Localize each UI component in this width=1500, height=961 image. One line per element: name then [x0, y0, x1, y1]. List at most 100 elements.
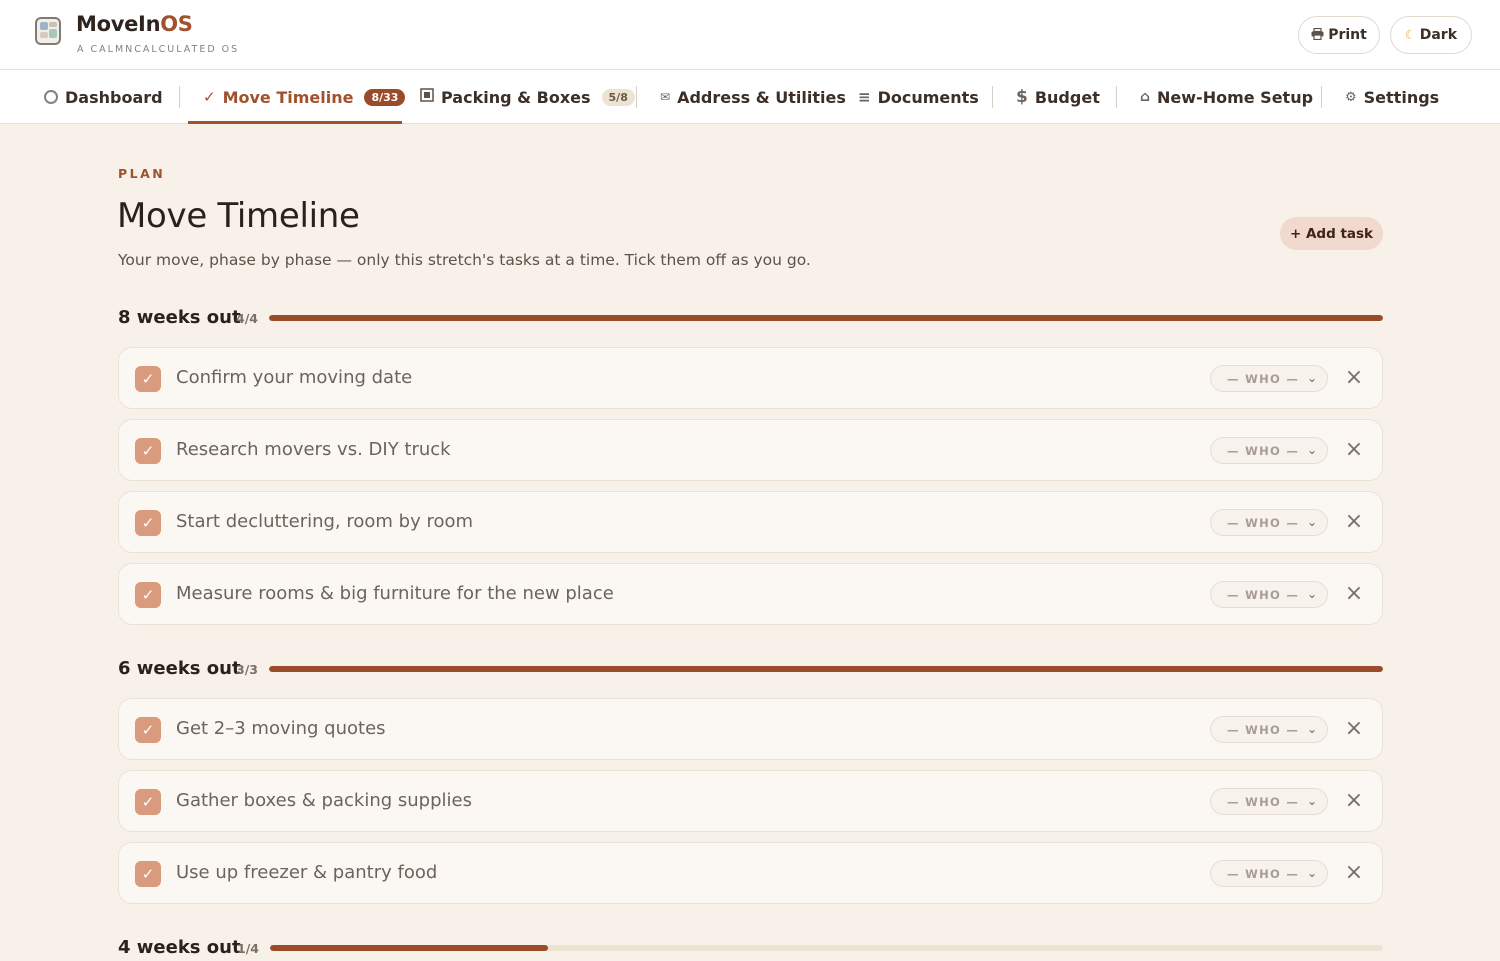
print-button[interactable]: Print: [1298, 16, 1380, 54]
delete-task-button[interactable]: ×: [1343, 510, 1365, 534]
task-label: Gather boxes & packing supplies: [176, 790, 472, 811]
delete-task-button[interactable]: ×: [1343, 438, 1365, 462]
chevron-down-icon: ⌄: [1306, 587, 1317, 601]
chevron-down-icon: ⌄: [1306, 866, 1317, 880]
assignee-placeholder: — WHO —: [1227, 722, 1300, 737]
tab-badge: 8/33: [364, 88, 406, 106]
close-icon: ×: [1344, 860, 1364, 885]
section-eyebrow: PLAN: [118, 166, 166, 181]
check-icon: ✓: [141, 370, 155, 388]
phase-progress-fill: [270, 945, 549, 951]
task-checkbox[interactable]: ✓: [135, 366, 161, 392]
task-label: Start decluttering, room by room: [176, 511, 474, 532]
task-row: ✓ Gather boxes & packing supplies — WHO …: [118, 770, 1383, 832]
task-checkbox[interactable]: ✓: [135, 789, 161, 815]
tab-divider: [636, 86, 637, 108]
printer-icon: [1311, 27, 1324, 43]
delete-task-button[interactable]: ×: [1343, 861, 1365, 885]
app-grid-icon: [35, 17, 61, 45]
check-icon: ✓: [141, 793, 155, 811]
task-row: ✓ Research movers vs. DIY truck — WHO — ⌄…: [118, 419, 1383, 481]
tab-divider: [1116, 86, 1117, 108]
tab-label: Documents: [877, 87, 979, 107]
dark-mode-button[interactable]: ☾ Dark: [1390, 16, 1472, 54]
dark-label: Dark: [1419, 27, 1458, 43]
task-label: Get 2–3 moving quotes: [176, 718, 386, 739]
chevron-down-icon: ⌄: [1306, 794, 1317, 808]
assignee-select[interactable]: — WHO — ⌄: [1210, 788, 1328, 815]
task-row: ✓ Use up freezer & pantry food — WHO — ⌄ …: [118, 842, 1383, 904]
tab-new-home-setup[interactable]: ⌂ New-Home Setup: [1140, 70, 1313, 124]
phase-header: 6 weeks out 3/3: [118, 658, 1383, 680]
assignee-placeholder: — WHO —: [1227, 371, 1300, 386]
check-icon: ✓: [141, 514, 155, 532]
phase-progress-fill: [269, 666, 1383, 672]
tab-budget[interactable]: $ Budget: [1016, 70, 1100, 124]
assignee-placeholder: — WHO —: [1227, 866, 1300, 881]
tab-packing-boxes[interactable]: Packing & Boxes 5/8: [420, 70, 635, 124]
close-icon: ×: [1344, 509, 1364, 534]
close-icon: ×: [1344, 365, 1364, 390]
assignee-placeholder: — WHO —: [1227, 515, 1300, 530]
app-brand: MoveInOS: [76, 12, 193, 36]
task-label: Confirm your moving date: [176, 367, 413, 388]
envelope-icon: ✉: [660, 90, 671, 104]
app-tagline: A CALMNCALCULATED OS: [77, 44, 240, 55]
tab-dashboard[interactable]: Dashboard: [44, 70, 163, 124]
phase-progress-bar: [270, 945, 1383, 951]
delete-task-button[interactable]: ×: [1343, 717, 1365, 741]
assignee-select[interactable]: — WHO — ⌄: [1210, 437, 1328, 464]
phase-title: 6 weeks out: [118, 658, 241, 679]
phase-count: 1/4: [237, 941, 259, 956]
assignee-select[interactable]: — WHO — ⌄: [1210, 581, 1328, 608]
gear-icon: ⚙: [1345, 89, 1357, 105]
assignee-select[interactable]: — WHO — ⌄: [1210, 716, 1328, 743]
tab-address-utilities[interactable]: ✉ Address & Utilities: [660, 70, 846, 124]
task-row: ✓ Get 2–3 moving quotes — WHO — ⌄ ×: [118, 698, 1383, 760]
delete-task-button[interactable]: ×: [1343, 366, 1365, 390]
task-row: ✓ Confirm your moving date — WHO — ⌄ ×: [118, 347, 1383, 409]
tab-label: Dashboard: [65, 87, 163, 107]
phase-header: 4 weeks out 1/4: [118, 937, 1383, 959]
task-checkbox[interactable]: ✓: [135, 582, 161, 608]
task-checkbox[interactable]: ✓: [135, 717, 161, 743]
tab-divider: [179, 86, 180, 108]
check-icon: ✓: [141, 586, 155, 604]
chevron-down-icon: ⌄: [1306, 722, 1317, 736]
task-label: Measure rooms & big furniture for the ne…: [176, 583, 614, 604]
assignee-select[interactable]: — WHO — ⌄: [1210, 509, 1328, 536]
tab-move-timeline[interactable]: ✓ Move Timeline 8/33: [203, 70, 406, 124]
close-icon: ×: [1344, 788, 1364, 813]
chevron-down-icon: ⌄: [1306, 371, 1317, 385]
main-nav: Dashboard ✓ Move Timeline 8/33 Packing &…: [0, 70, 1500, 124]
print-label: Print: [1328, 27, 1367, 43]
close-icon: ×: [1344, 437, 1364, 462]
top-bar: MoveInOS A CALMNCALCULATED OS Print ☾ Da…: [0, 0, 1500, 70]
house-icon: ⌂: [1140, 89, 1151, 105]
task-row: ✓ Start decluttering, room by room — WHO…: [118, 491, 1383, 553]
check-icon: ✓: [141, 865, 155, 883]
task-label: Use up freezer & pantry food: [176, 862, 438, 883]
close-icon: ×: [1344, 716, 1364, 741]
check-icon: ✓: [203, 88, 216, 106]
add-task-button[interactable]: + Add task: [1280, 217, 1383, 250]
task-checkbox[interactable]: ✓: [135, 510, 161, 536]
circle-icon: [44, 90, 58, 104]
delete-task-button[interactable]: ×: [1343, 789, 1365, 813]
task-checkbox[interactable]: ✓: [135, 861, 161, 887]
check-icon: ✓: [141, 721, 155, 739]
phase-progress-bar: [269, 315, 1383, 321]
tab-documents[interactable]: ≡ Documents: [858, 70, 979, 124]
tab-divider: [1321, 86, 1322, 108]
task-checkbox[interactable]: ✓: [135, 438, 161, 464]
assignee-select[interactable]: — WHO — ⌄: [1210, 365, 1328, 392]
assignee-placeholder: — WHO —: [1227, 794, 1300, 809]
page-title: Move Timeline: [117, 196, 360, 236]
page-subtitle: Your move, phase by phase — only this st…: [118, 251, 811, 269]
delete-task-button[interactable]: ×: [1343, 582, 1365, 606]
assignee-placeholder: — WHO —: [1227, 587, 1300, 602]
tab-settings[interactable]: ⚙ Settings: [1345, 70, 1439, 124]
assignee-select[interactable]: — WHO — ⌄: [1210, 860, 1328, 887]
phase-header: 8 weeks out 4/4: [118, 307, 1383, 329]
tab-label: New-Home Setup: [1157, 87, 1314, 107]
